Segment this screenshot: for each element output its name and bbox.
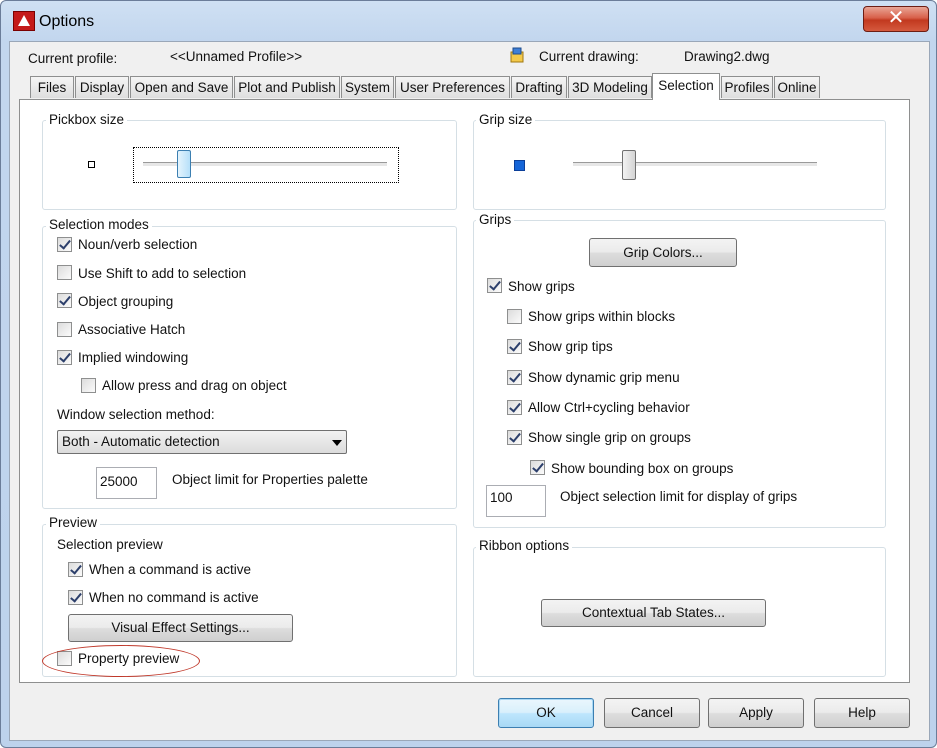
tab-display[interactable]: Display [75,76,129,98]
single-grip-label: Show single grip on groups [528,430,691,445]
tab-user-preferences[interactable]: User Preferences [395,76,510,98]
pickbox-preview [88,161,95,168]
show-grips-checkbox[interactable] [487,278,502,293]
allow-press-drag-checkbox[interactable] [81,378,96,393]
dynamic-grip-menu-checkbox[interactable] [507,370,522,385]
selection-panel: Pickbox size Grip size Selection modes N… [19,99,910,683]
object-limit-input[interactable]: 25000 [96,467,157,499]
when-command-active-label: When a command is active [89,562,252,577]
single-grip-checkbox[interactable] [507,430,522,445]
window-method-label: Window selection method: [57,407,215,422]
tab-plot-and-publish[interactable]: Plot and Publish [234,76,340,98]
current-drawing-value: Drawing2.dwg [684,49,770,64]
allow-press-drag-label: Allow press and drag on object [102,378,287,393]
grip-size-label: Grip size [476,112,536,127]
drawing-icon [509,47,525,63]
use-shift-label: Use Shift to add to selection [78,266,247,281]
when-no-command-label: When no command is active [89,590,259,605]
help-button[interactable]: Help [814,698,910,728]
ok-button[interactable]: OK [498,698,594,728]
close-button[interactable]: ✕ [863,6,929,32]
tab-open-and-save[interactable]: Open and Save [130,76,233,98]
grips-label: Grips [476,212,515,227]
ribbon-options-label: Ribbon options [476,538,573,553]
grip-limit-label: Object selection limit for display of gr… [560,489,798,504]
noun-verb-checkbox[interactable] [57,237,72,252]
use-shift-checkbox[interactable] [57,265,72,280]
object-grouping-label: Object grouping [78,294,174,309]
grip-tips-label: Show grip tips [528,339,613,354]
cancel-button[interactable]: Cancel [604,698,700,728]
tab-3d-modeling[interactable]: 3D Modeling [568,76,652,98]
dynamic-grip-menu-label: Show dynamic grip menu [528,370,680,385]
when-command-active-checkbox[interactable] [68,562,83,577]
current-profile-label: Current profile: [28,51,118,66]
preview-label: Preview [46,515,101,530]
within-blocks-label: Show grips within blocks [528,309,676,324]
tab-files[interactable]: Files [30,76,74,98]
pickbox-label: Pickbox size [46,112,128,127]
grip-tips-checkbox[interactable] [507,339,522,354]
window-method-dropdown[interactable]: Both - Automatic detection [57,430,347,454]
grip-colors-button[interactable]: Grip Colors... [589,238,737,267]
pickbox-thumb[interactable] [177,150,192,178]
window-title: Options [39,13,95,30]
when-no-command-checkbox[interactable] [68,590,83,605]
title-bar: Options ✕ [1,1,936,41]
implied-windowing-label: Implied windowing [78,350,189,365]
tab-selection[interactable]: Selection [652,73,720,100]
highlight-annotation [42,645,200,677]
grip-size-track [573,162,817,167]
grip-limit-input[interactable]: 100 [486,485,546,517]
window-method-value: Both - Automatic detection [62,434,220,449]
implied-windowing-checkbox[interactable] [57,350,72,365]
show-grips-label: Show grips [508,279,575,294]
object-grouping-checkbox[interactable] [57,293,72,308]
tab-system[interactable]: System [341,76,394,98]
current-profile-value: <<Unnamed Profile>> [170,49,303,64]
grip-size-thumb[interactable] [622,150,637,180]
autocad-icon [13,11,35,31]
associative-hatch-checkbox[interactable] [57,322,72,337]
ctrl-cycling-checkbox[interactable] [507,400,522,415]
chevron-down-icon [332,440,342,446]
grip-size-slider[interactable] [570,149,820,181]
associative-hatch-label: Associative Hatch [78,322,186,337]
within-blocks-checkbox[interactable] [507,309,522,324]
pickbox-slider[interactable] [133,147,399,183]
bounding-box-checkbox[interactable] [530,460,545,475]
apply-button[interactable]: Apply [708,698,804,728]
contextual-tab-states-button[interactable]: Contextual Tab States... [541,599,766,627]
object-limit-label: Object limit for Properties palette [172,472,368,487]
ctrl-cycling-label: Allow Ctrl+cycling behavior [528,400,690,415]
tab-drafting[interactable]: Drafting [511,76,567,98]
grip-preview [514,160,525,171]
current-drawing-label: Current drawing: [539,49,639,64]
tab-profiles[interactable]: Profiles [721,76,773,98]
tab-online[interactable]: Online [774,76,820,98]
visual-effect-settings-button[interactable]: Visual Effect Settings... [68,614,293,642]
noun-verb-label: Noun/verb selection [78,237,198,252]
selection-modes-label: Selection modes [46,217,152,232]
close-icon: ✕ [887,7,905,29]
selection-preview-label: Selection preview [57,537,163,552]
bounding-box-label: Show bounding box on groups [551,461,734,476]
